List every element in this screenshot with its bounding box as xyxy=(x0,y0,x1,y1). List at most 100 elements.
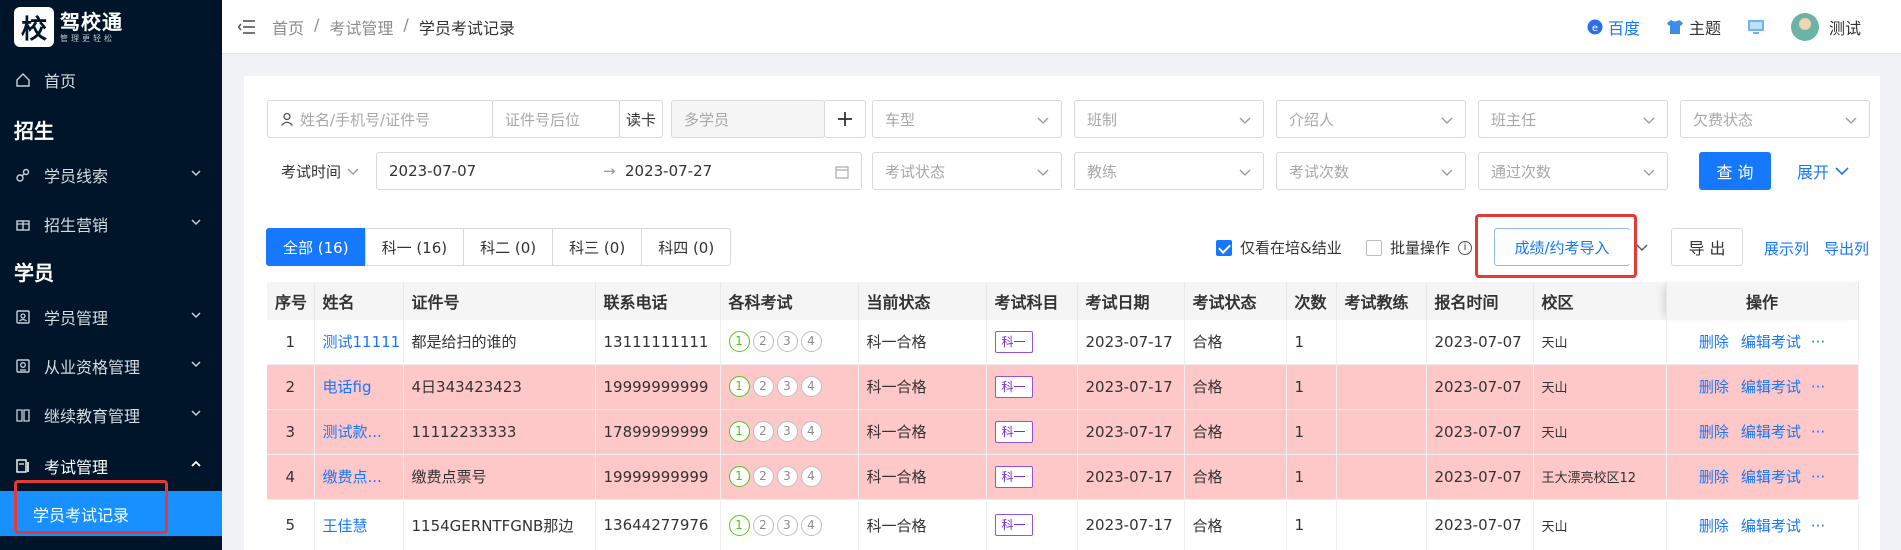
tab-all[interactable]: 全部 (16) xyxy=(266,228,366,266)
more-icon[interactable]: ··· xyxy=(1811,423,1825,441)
subject-exam-circle[interactable]: 2 xyxy=(752,331,774,353)
sidebar-item-student-mgmt[interactable]: 学员管理 xyxy=(0,292,222,341)
subject-exam-circle[interactable]: 3 xyxy=(776,421,798,442)
delete-link[interactable]: 删除 xyxy=(1699,333,1729,351)
exam-records-table: 序号 姓名 证件号 联系电话 各科考试 当前状态 考试科目 考试日期 考试状态 … xyxy=(267,282,1859,550)
read-card-button[interactable]: 读卡 xyxy=(619,100,663,138)
only-active-checkbox[interactable]: 仅看在培&结业 xyxy=(1216,237,1342,258)
cell-exams: 1234 xyxy=(720,454,859,500)
edit-exam-link[interactable]: 编辑考试 xyxy=(1741,468,1801,486)
user-menu[interactable]: 测试 xyxy=(1790,13,1861,41)
student-name-link[interactable]: 王佳慧 xyxy=(314,499,404,550)
add-student-button[interactable] xyxy=(824,100,866,138)
student-name-link[interactable]: 测试款... xyxy=(314,409,404,455)
edit-exam-link[interactable]: 编辑考试 xyxy=(1741,517,1801,535)
tab-subject-3[interactable]: 科三 (0) xyxy=(552,228,643,266)
edit-exam-link[interactable]: 编辑考试 xyxy=(1741,423,1801,441)
cell-exam-status: 合格 xyxy=(1184,320,1287,365)
subject-exam-circle[interactable]: 1 xyxy=(728,466,750,487)
screen-toggle-button[interactable] xyxy=(1747,19,1765,35)
subject-exam-circle[interactable]: 4 xyxy=(800,466,822,487)
exam-status-select[interactable]: 考试状态 xyxy=(872,152,1062,190)
chevron-down-icon xyxy=(1643,169,1655,176)
search-input[interactable]: 姓名/手机号/证件号 xyxy=(267,100,493,138)
delete-link[interactable]: 删除 xyxy=(1699,423,1729,441)
subject-exam-circle[interactable]: 4 xyxy=(800,376,822,397)
date-end[interactable]: 2023-07-27 xyxy=(625,162,712,180)
subject-exam-circle[interactable]: 3 xyxy=(776,331,798,353)
tab-subject-4[interactable]: 科四 (0) xyxy=(641,228,732,266)
subject-exam-circle[interactable]: 2 xyxy=(752,376,774,397)
referrer-select[interactable]: 介绍人 xyxy=(1276,100,1466,138)
id-suffix-input[interactable]: 证件号后位 xyxy=(492,100,620,138)
more-icon[interactable]: ··· xyxy=(1811,468,1825,486)
subject-exam-circle[interactable]: 3 xyxy=(776,376,798,397)
edit-exam-link[interactable]: 编辑考试 xyxy=(1741,333,1801,351)
cell-subject: 科一 xyxy=(986,454,1078,500)
menu-fold-icon[interactable] xyxy=(238,19,256,34)
coach-select[interactable]: 教练 xyxy=(1074,152,1264,190)
delete-link[interactable]: 删除 xyxy=(1699,517,1729,535)
head-teacher-select[interactable]: 班主任 xyxy=(1478,100,1668,138)
subject-exam-circle[interactable]: 1 xyxy=(728,421,750,442)
subject-exam-circle[interactable]: 4 xyxy=(800,514,822,536)
breadcrumb-exam-mgmt[interactable]: 考试管理 xyxy=(329,15,393,39)
table-row[interactable]: 3 测试款... 11112233333 17899999999 1 2 3 4 科一合格 科一 2… xyxy=(267,409,1859,455)
subject-exam-circle[interactable]: 3 xyxy=(776,466,798,487)
student-name-link[interactable]: 缴费点... xyxy=(314,454,404,500)
cell-date: 2023-07-17 xyxy=(1077,320,1185,365)
delete-link[interactable]: 删除 xyxy=(1699,378,1729,396)
class-type-select[interactable]: 班制 xyxy=(1074,100,1264,138)
date-range-picker[interactable]: 2023-07-07 → 2023-07-27 xyxy=(376,152,862,190)
cell-times: 1 xyxy=(1286,454,1337,500)
show-columns-link[interactable]: 展示列 xyxy=(1764,238,1809,259)
subject-exam-circle[interactable]: 2 xyxy=(752,466,774,487)
multi-student-input[interactable]: 多学员 xyxy=(671,100,825,138)
chevron-down-icon xyxy=(1845,117,1857,124)
table-row[interactable]: 1 测试11111 都是给扫的谁的 13111111111 1 2 3 4 科一合格 科一 2023… xyxy=(267,320,1859,365)
table-row[interactable]: 4 缴费点... 缴费点票号 19999999999 1 2 3 4 科一合格 科一 2023-07… xyxy=(267,454,1859,500)
date-type-select[interactable]: 考试时间 xyxy=(281,152,359,190)
theme-button[interactable]: 主题 xyxy=(1666,15,1721,39)
batch-checkbox[interactable]: 批量操作 i xyxy=(1366,237,1473,258)
subject-exam-circle[interactable]: 1 xyxy=(728,514,750,536)
export-columns-link[interactable]: 导出列 xyxy=(1824,238,1869,259)
edit-exam-link[interactable]: 编辑考试 xyxy=(1741,378,1801,396)
query-button[interactable]: 查 询 xyxy=(1699,152,1771,190)
sidebar-item-home[interactable]: 首页 xyxy=(0,54,222,106)
sidebar-item-continuing-edu[interactable]: 继续教育管理 xyxy=(0,390,222,439)
export-button[interactable]: 导 出 xyxy=(1671,228,1743,266)
subject-exam-circle[interactable]: 2 xyxy=(752,514,774,536)
subject-exam-circle[interactable]: 4 xyxy=(800,421,822,442)
subject-exam-circle[interactable]: 2 xyxy=(752,421,774,442)
table-row[interactable]: 2 电话fig 4日343423423 19999999999 1 2 3 4 科一合格 科一 20… xyxy=(267,364,1859,410)
subject-exam-circle[interactable]: 1 xyxy=(728,331,750,353)
car-type-select[interactable]: 车型 xyxy=(872,100,1062,138)
student-name-link[interactable]: 测试11111 xyxy=(314,320,404,365)
student-name-link[interactable]: 电话fig xyxy=(314,364,404,410)
arrears-select[interactable]: 欠费状态 xyxy=(1680,100,1870,138)
sidebar-item-label: 学员管理 xyxy=(44,308,109,328)
date-start[interactable]: 2023-07-07 xyxy=(389,162,476,180)
tab-subject-1[interactable]: 科一 (16) xyxy=(364,228,465,266)
delete-link[interactable]: 删除 xyxy=(1699,468,1729,486)
cell-phone: 13111111111 xyxy=(595,320,721,365)
more-icon[interactable]: ··· xyxy=(1811,517,1825,535)
table-row[interactable]: 5 王佳慧 1154GERNTFGNB那边 13644277976 1 2 3 4 科一合格 科一… xyxy=(267,499,1859,550)
expand-button[interactable]: 展开 xyxy=(1797,152,1849,190)
tab-subject-2[interactable]: 科二 (0) xyxy=(463,228,554,266)
breadcrumb-home[interactable]: 首页 xyxy=(272,15,304,39)
sidebar-item-marketing[interactable]: 招生营销 xyxy=(0,199,222,248)
subject-exam-circle[interactable]: 3 xyxy=(776,514,798,536)
sidebar-item-leads[interactable]: 学员线索 xyxy=(0,150,222,199)
subject-exam-circle[interactable]: 1 xyxy=(728,376,750,397)
more-icon[interactable]: ··· xyxy=(1811,378,1825,396)
exam-count-select[interactable]: 考试次数 xyxy=(1276,152,1466,190)
sidebar-item-qualification[interactable]: 从业资格管理 xyxy=(0,341,222,390)
baidu-link[interactable]: e 百度 xyxy=(1587,15,1640,39)
subject-exam-circle[interactable]: 4 xyxy=(800,331,822,353)
more-icon[interactable]: ··· xyxy=(1811,333,1825,351)
pass-count-select[interactable]: 通过次数 xyxy=(1478,152,1668,190)
sidebar-item-label: 从业资格管理 xyxy=(44,357,141,377)
cell-no: 3 xyxy=(267,409,315,455)
